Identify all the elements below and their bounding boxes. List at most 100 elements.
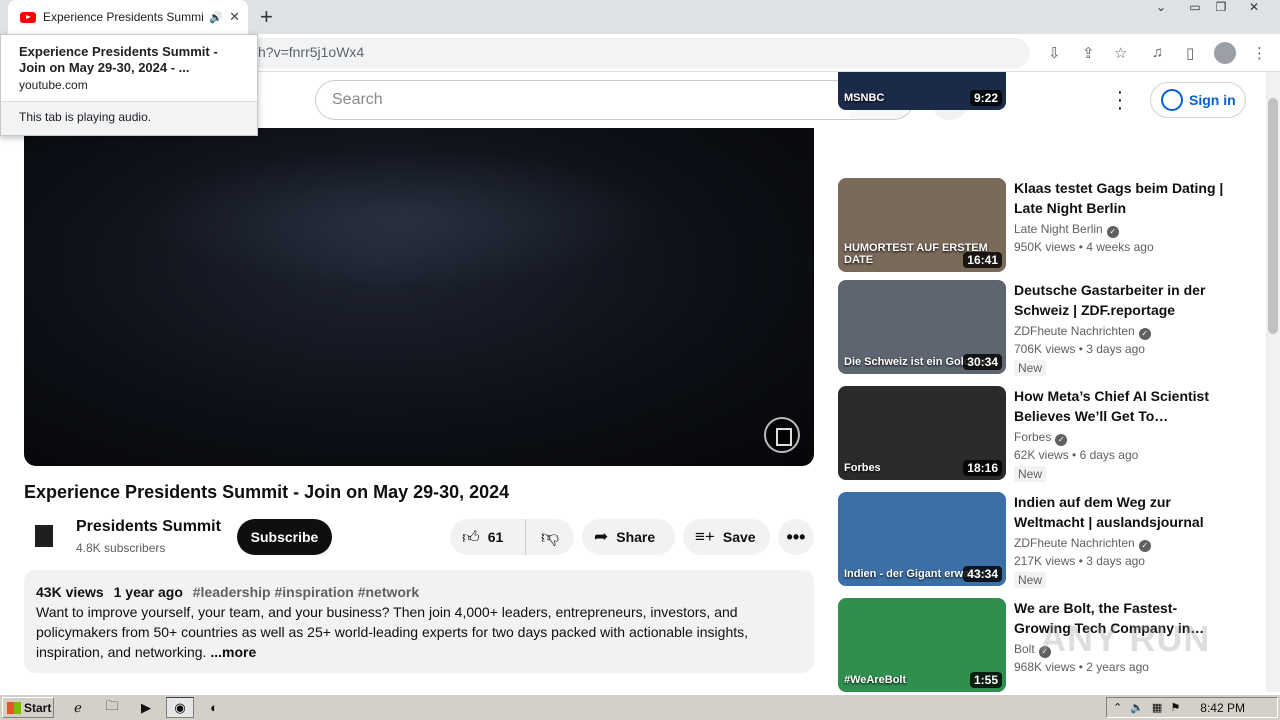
recommendation-item[interactable]: HUMORTEST AUF ERSTEM DATE 16:41 Klaas test… xyxy=(838,178,1258,272)
channel-avatar[interactable] xyxy=(24,516,64,556)
channel-watermark-icon[interactable] xyxy=(764,417,800,453)
windows-logo-icon xyxy=(7,701,21,714)
recommendation-stats: 968K views • 2 years ago xyxy=(1014,660,1149,674)
subscribe-button[interactable]: Subscribe xyxy=(237,519,332,555)
media-player-icon[interactable]: ▶ xyxy=(132,697,160,718)
thumbnail-text: MSNBC xyxy=(844,92,885,104)
recommendation-channel[interactable]: Late Night Berlin ✓ xyxy=(1014,222,1119,238)
install-icon[interactable]: ⇩ xyxy=(1048,44,1061,62)
watermark: ANY RUN xyxy=(1040,618,1211,659)
window-controls: ▭ ❐ ✕ xyxy=(1182,0,1274,20)
recommendation-thumbnail[interactable]: HUMORTEST AUF ERSTEM DATE 16:41 xyxy=(838,178,1006,272)
speaker-icon[interactable]: 🔊 xyxy=(209,11,223,24)
channel-label: ZDFheute Nachrichten xyxy=(1014,536,1135,550)
video-player[interactable] xyxy=(24,128,814,466)
recommendation-thumbnail[interactable]: MSNBC 9:22 xyxy=(838,72,1006,110)
profile-avatar[interactable] xyxy=(1214,42,1236,64)
recommendation-channel[interactable]: Forbes ✓ xyxy=(1014,430,1068,446)
view-count: 43K views xyxy=(36,584,104,600)
new-tab-icon[interactable]: + xyxy=(260,4,273,30)
more-actions-button[interactable]: ••• xyxy=(778,519,814,555)
recommendation-thumbnail[interactable]: #WeAreBolt 1:55 xyxy=(838,598,1006,692)
description-box[interactable]: 43K views 1 year ago #leadership #inspir… xyxy=(24,570,814,673)
upload-age: 1 year ago xyxy=(113,584,183,600)
minimize-icon[interactable]: ▭ xyxy=(1182,0,1208,18)
thumbs-down-icon: 👎︎ xyxy=(540,527,560,547)
save-button[interactable]: ≡+ Save xyxy=(683,519,770,555)
hashtags[interactable]: #leadership #inspiration #network xyxy=(193,584,419,600)
verified-check-icon: ✓ xyxy=(1106,226,1119,238)
browser-tabstrip: Experience Presidents Summit - 🔊 ✕ + ⌄ ▭… xyxy=(0,0,1280,34)
video-duration: 18:16 xyxy=(963,460,1002,476)
channel-name[interactable]: Presidents Summit xyxy=(76,518,221,536)
recommendation-item[interactable]: Die Schweiz ist ein Goldesel 30:34 Deutsch… xyxy=(838,280,1258,376)
side-panel-icon[interactable]: ▯ xyxy=(1186,44,1194,62)
channel-label: ZDFheute Nachrichten xyxy=(1014,324,1135,338)
channel-label: Forbes xyxy=(1014,430,1052,444)
rec-age: 2 years ago xyxy=(1086,660,1149,674)
new-badge: New xyxy=(1014,466,1047,482)
like-button[interactable]: 👍︎ 61 xyxy=(450,519,526,555)
like-count: 61 xyxy=(487,529,504,545)
share-arrow-icon: ➦ xyxy=(594,527,609,546)
video-duration: 9:22 xyxy=(969,90,1002,106)
recommendation-stats: 217K views • 3 days ago xyxy=(1014,554,1145,568)
recommendation-channel[interactable]: ZDFheute Nachrichten ✓ xyxy=(1014,536,1151,552)
recommendation-item[interactable]: Forbes 18:16 How Meta’s Chief AI Scientist… xyxy=(838,386,1258,482)
video-duration: 43:34 xyxy=(963,566,1002,582)
video-duration: 30:34 xyxy=(963,354,1002,370)
verified-check-icon: ✓ xyxy=(1055,434,1068,446)
share-button[interactable]: ➦ Share xyxy=(582,519,675,555)
recommendation-item[interactable]: MSNBC9:22MSNBC✓664K views • 18 hours ago… xyxy=(838,72,1258,110)
recommendation-thumbnail[interactable]: Die Schweiz ist ein Goldesel 30:34 xyxy=(838,280,1006,374)
recommendation-title[interactable]: Klaas testet Gags beim Dating | Late Nig… xyxy=(1014,178,1224,218)
recommendations-sidebar: MSNBC9:22MSNBC✓664K views • 18 hours ago… xyxy=(838,72,1258,692)
page-scrollbar[interactable] xyxy=(1266,72,1280,692)
rec-views: 950K views xyxy=(1014,240,1076,254)
recommendation-item[interactable]: Indien - der Gigant erwacht 43:34 Indien a… xyxy=(838,492,1258,588)
folder-icon[interactable]: 🗀 xyxy=(98,697,126,718)
show-more-link[interactable]: ...more xyxy=(210,644,256,660)
bookmark-star-icon[interactable]: ☆ xyxy=(1114,44,1127,62)
hovercard-audio-note: This tab is playing audio. xyxy=(1,101,257,135)
media-control-icon[interactable]: ♫ xyxy=(1152,44,1163,61)
hovercard-title: Experience Presidents Summit - Join on M… xyxy=(19,44,218,75)
subscriber-count: 4.8K subscribers xyxy=(76,541,166,555)
volume-icon[interactable]: 🔈 xyxy=(1130,701,1144,714)
scrollbar-thumb[interactable] xyxy=(1268,98,1278,334)
chrome-icon[interactable]: ◉ xyxy=(166,697,194,718)
new-badge: New xyxy=(1014,360,1047,376)
recommendation-title[interactable]: Deutsche Gastarbeiter in der Schweiz | Z… xyxy=(1014,280,1224,320)
share-page-icon[interactable]: ⇪ xyxy=(1082,44,1095,62)
tray-expand-icon[interactable]: ⌃ xyxy=(1113,701,1122,714)
window-close-icon[interactable]: ✕ xyxy=(1234,0,1274,18)
recommendation-thumbnail[interactable]: Forbes 18:16 xyxy=(838,386,1006,480)
dislike-button[interactable]: 👎︎ xyxy=(526,526,574,548)
recommendation-title[interactable]: How Meta’s Chief AI Scientist Believes W… xyxy=(1014,386,1224,426)
browser-menu-icon[interactable]: ⋮ xyxy=(1252,44,1267,62)
os-taskbar: Start ℯ 🗀 ▶ ◉ ◐ ⌃ 🔈 ▦ ⚑ 8:42 PM xyxy=(0,694,1280,720)
thumbs-up-icon: 👍︎ xyxy=(462,527,480,547)
network-icon[interactable]: ▦ xyxy=(1152,701,1162,714)
video-title: Experience Presidents Summit - Join on M… xyxy=(24,482,510,502)
recommendation-title[interactable]: Indien auf dem Weg zur Weltmacht | ausla… xyxy=(1014,492,1224,532)
action-center-flag-icon[interactable]: ⚑ xyxy=(1170,701,1180,714)
restore-icon[interactable]: ❐ xyxy=(1208,0,1234,18)
stage-lighting xyxy=(144,148,664,288)
edge-icon[interactable]: ◐ xyxy=(200,697,228,718)
channel-label: Bolt xyxy=(1014,642,1035,656)
rec-age: 3 days ago xyxy=(1086,342,1145,356)
more-horizontal-icon: ••• xyxy=(786,526,806,547)
tab-search-icon[interactable]: ⌄ xyxy=(1148,0,1174,20)
tab-close-icon[interactable]: ✕ xyxy=(229,9,240,25)
ie-icon[interactable]: ℯ xyxy=(64,697,92,718)
browser-tab-active[interactable]: Experience Presidents Summit - 🔊 ✕ xyxy=(8,0,248,34)
rec-views: 706K views xyxy=(1014,342,1076,356)
recommendation-thumbnail[interactable]: Indien - der Gigant erwacht 43:34 xyxy=(838,492,1006,586)
start-button[interactable]: Start xyxy=(2,697,54,718)
verified-check-icon: ✓ xyxy=(1138,328,1151,340)
rec-age: 4 weeks ago xyxy=(1086,240,1154,254)
search-input[interactable]: Search xyxy=(315,80,851,120)
start-label: Start xyxy=(24,700,52,715)
recommendation-channel[interactable]: ZDFheute Nachrichten ✓ xyxy=(1014,324,1151,340)
